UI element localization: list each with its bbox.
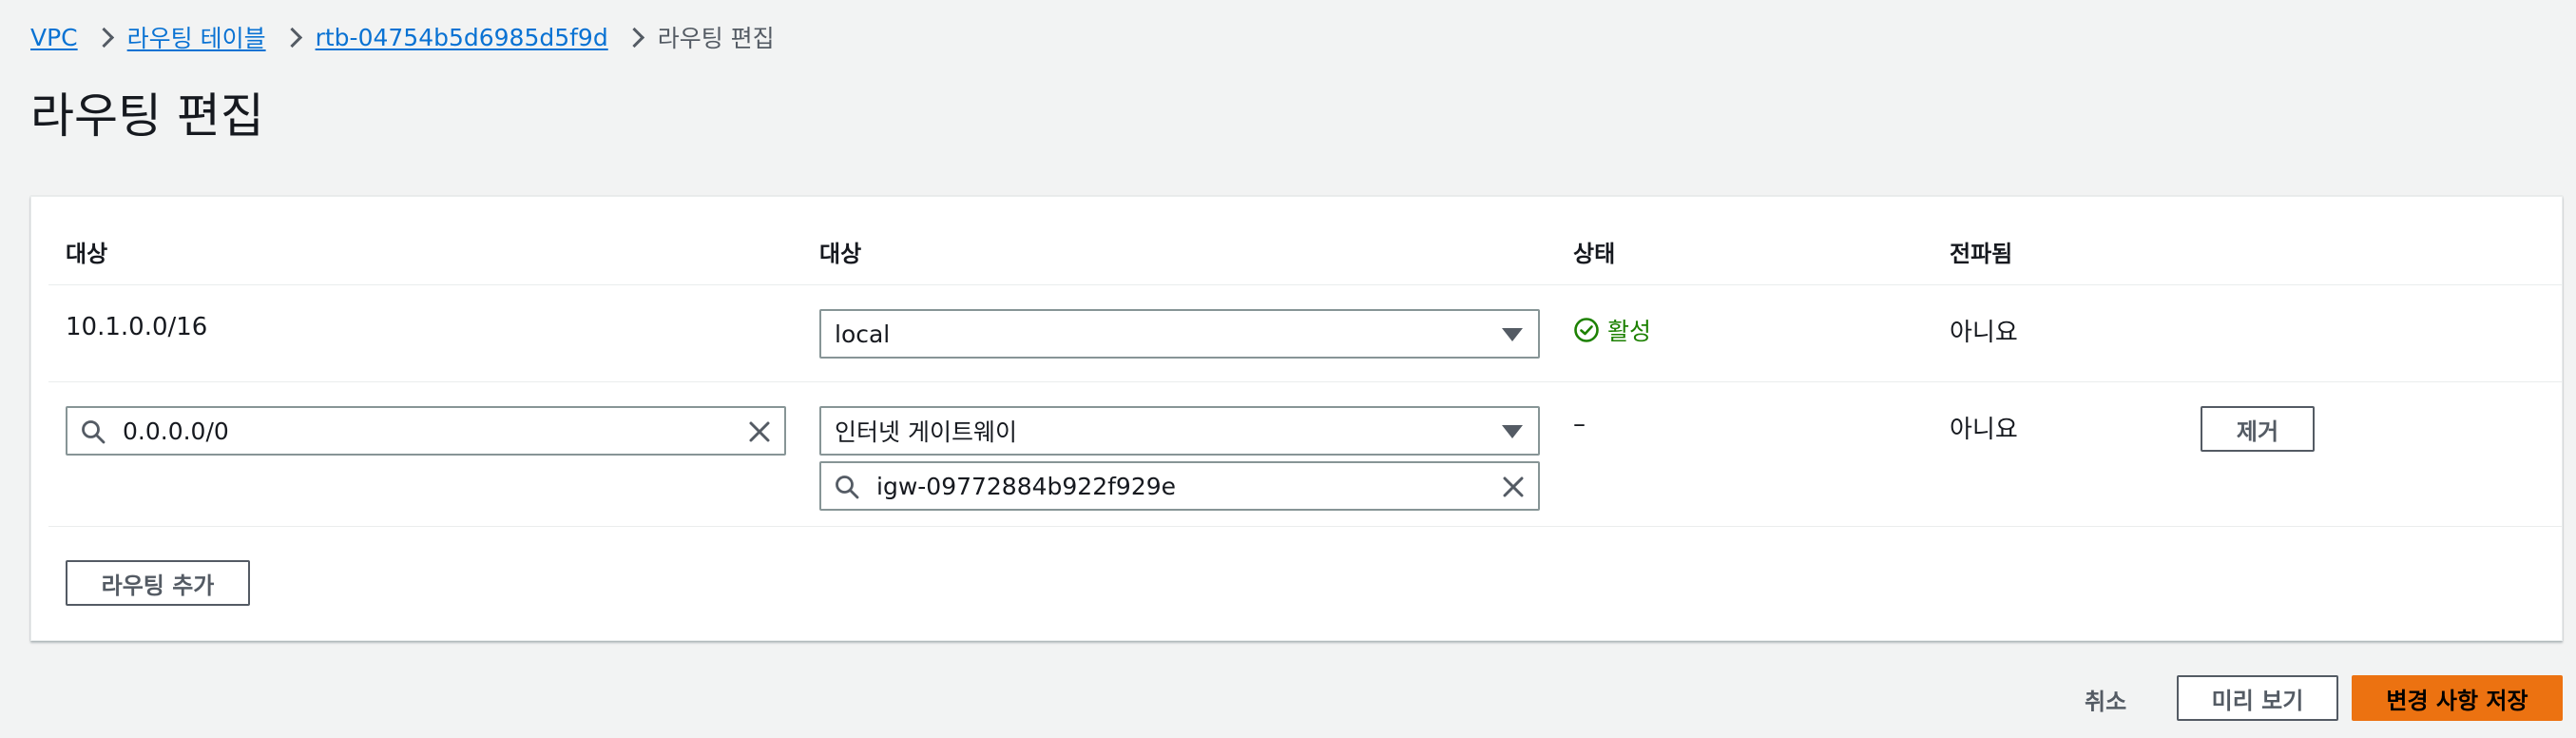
- save-changes-button[interactable]: 변경 사항 저장: [2352, 675, 2563, 721]
- target-select-value: local: [835, 320, 891, 348]
- caret-down-icon: [1502, 328, 1523, 341]
- column-header-status: 상태: [1573, 241, 1616, 267]
- target-select[interactable]: local: [819, 309, 1540, 359]
- row-divider: [48, 526, 2562, 527]
- chevron-right-icon: [266, 21, 316, 53]
- column-header-propagated: 전파됨: [1950, 241, 2013, 267]
- status-text: 활성: [1607, 318, 1652, 345]
- search-icon: [82, 420, 106, 444]
- check-circle-icon: [1574, 318, 1599, 342]
- row-divider: [48, 284, 2562, 285]
- add-route-button[interactable]: 라우팅 추가: [66, 560, 250, 606]
- preview-button[interactable]: 미리 보기: [2177, 675, 2338, 721]
- routes-panel: 대상 대상 상태 전파됨 10.1.0.0/16 local 활성 아니요 0.…: [30, 196, 2563, 641]
- breadcrumb-route-tables-link[interactable]: 라우팅 테이블: [127, 20, 266, 54]
- close-icon[interactable]: [1500, 474, 1527, 500]
- chevron-right-icon: [78, 21, 127, 53]
- target-type-select[interactable]: 인터넷 게이트웨이: [819, 406, 1540, 456]
- target-type-select-value: 인터넷 게이트웨이: [835, 418, 1017, 446]
- chevron-right-icon: [608, 21, 658, 53]
- breadcrumb: VPC 라우팅 테이블 rtb-04754b5d6985d5f9d 라우팅 편집: [30, 21, 775, 53]
- remove-route-button[interactable]: 제거: [2201, 406, 2315, 452]
- column-header-target: 대상: [819, 241, 862, 267]
- column-header-destination: 대상: [66, 241, 108, 267]
- breadcrumb-current: 라우팅 편집: [657, 25, 775, 52]
- breadcrumb-vpc-link[interactable]: VPC: [30, 24, 78, 51]
- caret-down-icon: [1502, 425, 1523, 438]
- cancel-button[interactable]: 취소: [2085, 683, 2126, 716]
- breadcrumb-route-table-id-link[interactable]: rtb-04754b5d6985d5f9d: [316, 24, 608, 51]
- search-icon: [836, 476, 859, 499]
- route-propagated: 아니요: [1950, 416, 2018, 444]
- route-destination: 10.1.0.0/16: [66, 313, 208, 341]
- close-icon[interactable]: [746, 418, 773, 445]
- destination-search-input[interactable]: 0.0.0.0/0: [66, 406, 786, 456]
- status-badge: 활성: [1573, 313, 1651, 347]
- row-divider: [48, 381, 2562, 382]
- destination-input-value: 0.0.0.0/0: [123, 418, 229, 445]
- route-status-empty: –: [1573, 410, 1586, 438]
- page-title: 라우팅 편집: [30, 88, 264, 144]
- target-id-search-input[interactable]: igw-09772884b922f929e: [819, 461, 1540, 511]
- target-id-input-value: igw-09772884b922f929e: [876, 473, 1177, 500]
- route-propagated: 아니요: [1950, 319, 2018, 347]
